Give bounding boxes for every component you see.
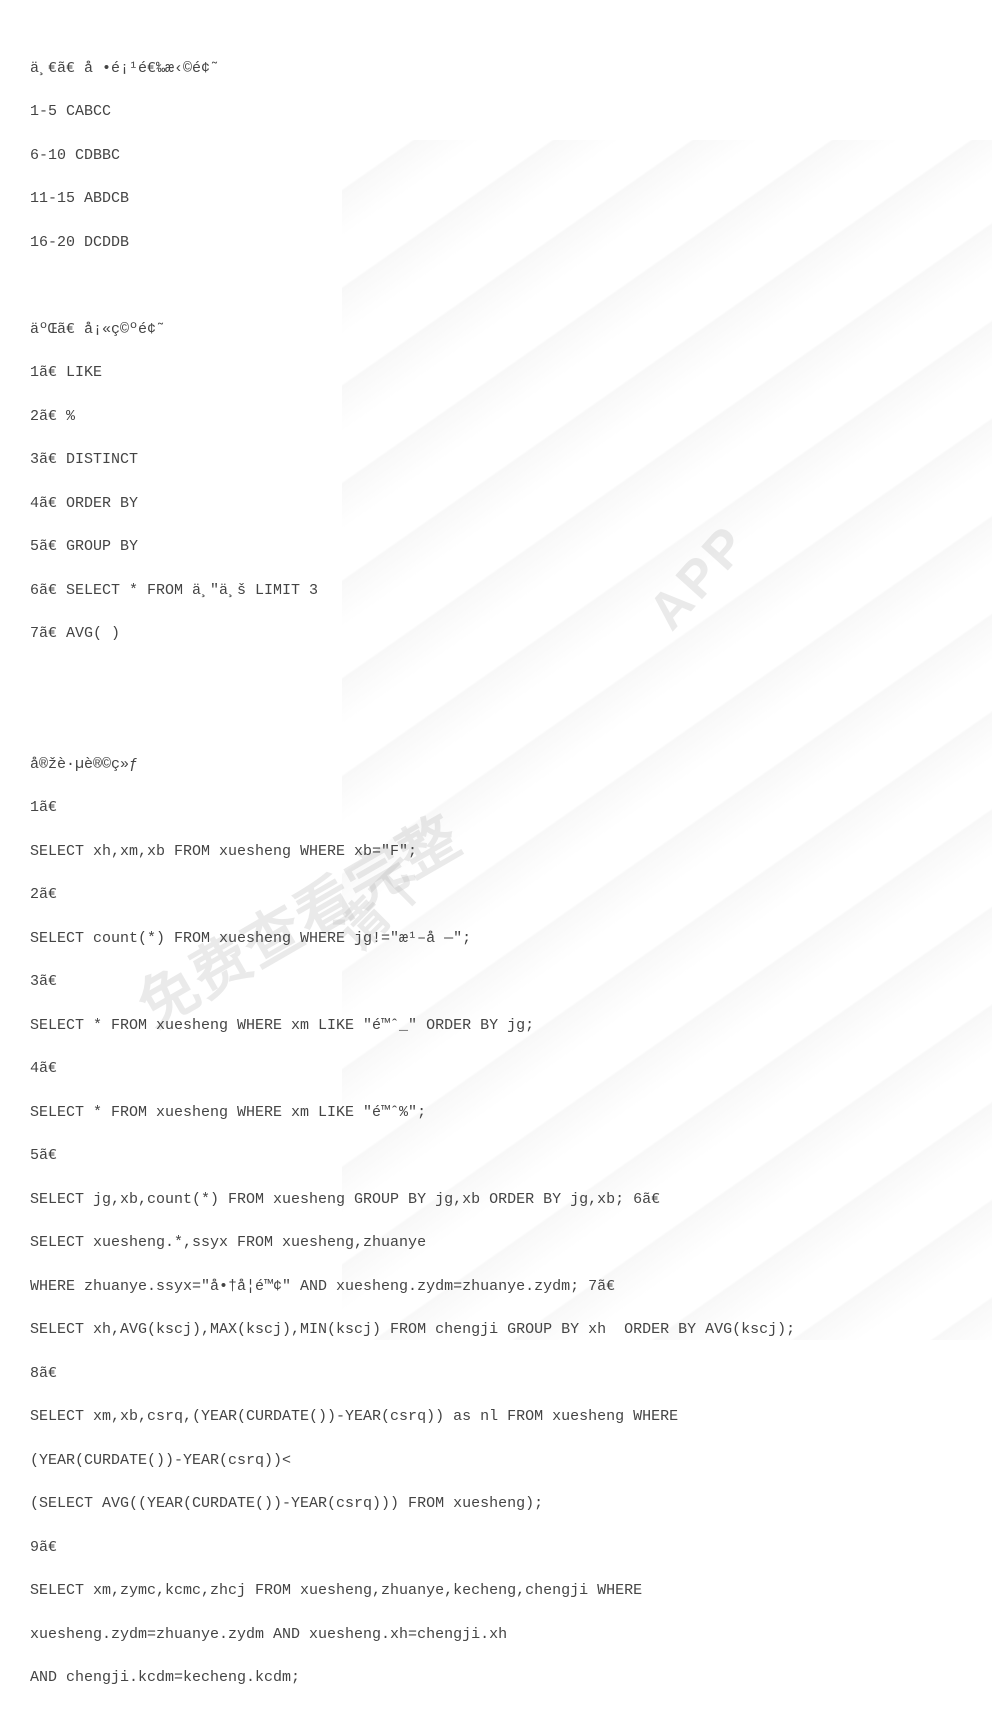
section3-item-label: 4ã€ [30, 1058, 962, 1080]
section3-item-sql: SELECT count(*) FROM xuesheng WHERE jg!=… [30, 928, 962, 950]
section3-heading: å®žè·µè®©ç»ƒ [30, 754, 962, 776]
section2-item: 5ã€ GROUP BY [30, 536, 962, 558]
section2-heading: äºŒã€ å¡«ç©ºé¢˜ [30, 319, 962, 341]
section3-item-sql: xuesheng.zydm=zhuanye.zydm AND xuesheng.… [30, 1624, 962, 1646]
section3-item-sql: SELECT * FROM xuesheng WHERE xm LIKE "é™… [30, 1102, 962, 1124]
section3-item-label: 1ã€ [30, 797, 962, 819]
section3-item-sql: SELECT xm,zymc,kcmc,zhcj FROM xuesheng,z… [30, 1580, 962, 1602]
section3-item-sql: (SELECT AVG((YEAR(CURDATE())-YEAR(csrq))… [30, 1493, 962, 1515]
section3-item-sql: AND chengji.kcdm=kecheng.kcdm; [30, 1667, 962, 1689]
section2-item: 7ã€ AVG( ) [30, 623, 962, 645]
section1-answer-row: 6-10 CDBBC [30, 145, 962, 167]
section3-item-label: 3ã€ [30, 971, 962, 993]
section3-item-label: 5ã€ [30, 1145, 962, 1167]
section2-item: 4ã€ ORDER BY [30, 493, 962, 515]
section3-item-sql: (YEAR(CURDATE())-YEAR(csrq))< [30, 1450, 962, 1472]
section3-item-label: 8ã€ [30, 1363, 962, 1385]
section3-item-sql: SELECT xuesheng.*,ssyx FROM xuesheng,zhu… [30, 1232, 962, 1254]
section1-answer-row: 11-15 ABDCB [30, 188, 962, 210]
section1-heading: ä¸€ã€ å •é¡¹é€‰æ‹©é¢˜ [30, 58, 962, 80]
blank-line [30, 667, 962, 689]
section2-item: 2ã€ % [30, 406, 962, 428]
section2-item: 1ã€ LIKE [30, 362, 962, 384]
section3-item-label: 9ã€ [30, 1537, 962, 1559]
section1-answer-row: 16-20 DCDDB [30, 232, 962, 254]
section3-item-sql: SELECT xm,xb,csrq,(YEAR(CURDATE())-YEAR(… [30, 1406, 962, 1428]
section3-item-sql: WHERE zhuanye.ssyx="å•†å­¦é™¢" AND xuesh… [30, 1276, 962, 1298]
section3-item-sql: SELECT * FROM xuesheng WHERE xm LIKE "é™… [30, 1015, 962, 1037]
section3-item-label: 2ã€ [30, 884, 962, 906]
document-content: ä¸€ã€ å •é¡¹é€‰æ‹©é¢˜ 1-5 CABCC 6-10 CDB… [30, 36, 962, 1711]
section2-item: 6ã€ SELECT * FROM ä¸"ä¸š LIMIT 3 [30, 580, 962, 602]
section3-item-sql: SELECT xh,xm,xb FROM xuesheng WHERE xb="… [30, 841, 962, 863]
section2-item: 3ã€ DISTINCT [30, 449, 962, 471]
section3-item-sql: SELECT xh,AVG(kscj),MAX(kscj),MIN(kscj) … [30, 1319, 962, 1341]
section3-item-sql: SELECT jg,xb,count(*) FROM xuesheng GROU… [30, 1189, 962, 1211]
section1-answer-row: 1-5 CABCC [30, 101, 962, 123]
blank-line [30, 275, 962, 297]
blank-line [30, 710, 962, 732]
